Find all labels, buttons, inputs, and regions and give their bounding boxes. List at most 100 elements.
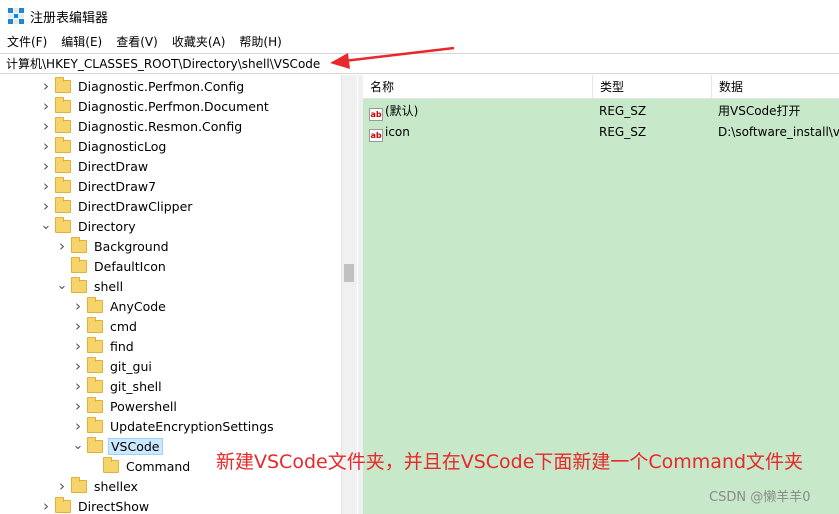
window-title: 注册表编辑器 — [30, 10, 109, 26]
tree-node[interactable]: › DirectShow — [40, 496, 151, 514]
tree-node-label: DiagnosticLog — [78, 138, 167, 154]
folder-icon — [55, 96, 71, 113]
tree-node-label: DirectDraw — [78, 158, 149, 174]
string-value-icon: ab — [369, 108, 383, 121]
menu-help[interactable]: 帮助(H) — [232, 32, 288, 52]
tree-connector — [88, 456, 100, 476]
value-list-header: 名称 类型 数据 — [363, 75, 839, 99]
tree-node-label: Background — [94, 238, 169, 254]
folder-icon — [55, 496, 71, 513]
tree-node[interactable]: › find — [72, 336, 136, 356]
chevron-right-icon[interactable]: › — [40, 196, 52, 216]
menu-view[interactable]: 查看(V) — [109, 32, 165, 52]
chevron-right-icon[interactable]: › — [72, 396, 84, 416]
folder-icon — [71, 476, 87, 493]
menu-bar: 文件(F) 编辑(E) 查看(V) 收藏夹(A) 帮助(H) — [0, 32, 839, 52]
chevron-right-icon[interactable]: › — [40, 496, 52, 514]
tree-node[interactable]: › cmd — [72, 316, 139, 336]
tree-node[interactable]: › DirectDraw — [40, 156, 150, 176]
tree-node[interactable]: › DiagnosticLog — [40, 136, 168, 156]
chevron-right-icon[interactable]: › — [72, 316, 84, 336]
tree-node-label: Powershell — [110, 398, 177, 414]
menu-edit[interactable]: 编辑(E) — [54, 32, 109, 52]
value-type: REG_SZ — [599, 125, 647, 139]
tree-node[interactable]: › Diagnostic.Perfmon.Config — [40, 76, 246, 96]
tree-node[interactable]: Command — [88, 456, 192, 476]
chevron-right-icon[interactable]: › — [72, 296, 84, 316]
title-bar: 注册表编辑器 — [0, 0, 839, 32]
chevron-right-icon[interactable]: › — [40, 96, 52, 116]
tree-node[interactable]: › git_shell — [72, 376, 164, 396]
folder-icon — [87, 316, 103, 333]
tree-node[interactable]: › Background — [56, 236, 171, 256]
tree-node-label: Directory — [78, 218, 136, 234]
folder-icon — [87, 376, 103, 393]
chevron-right-icon[interactable]: › — [40, 176, 52, 196]
tree-node-label: Diagnostic.Resmon.Config — [78, 118, 243, 134]
tree-node[interactable]: › AnyCode — [72, 296, 168, 316]
menu-favorites[interactable]: 收藏夹(A) — [165, 32, 233, 52]
value-name: (默认) — [385, 104, 419, 118]
folder-icon — [55, 216, 71, 233]
tree-node[interactable]: › shellex — [56, 476, 140, 496]
tree-node[interactable]: ⌄ shell — [56, 276, 125, 296]
tree-node[interactable]: › Diagnostic.Resmon.Config — [40, 116, 244, 136]
tree-node-label: AnyCode — [110, 298, 166, 314]
folder-icon — [55, 156, 71, 173]
chevron-down-icon[interactable]: ⌄ — [56, 276, 68, 296]
tree-node[interactable]: › Powershell — [72, 396, 179, 416]
tree-node-label: shellex — [94, 478, 138, 494]
tree-node-label: UpdateEncryptionSettings — [110, 418, 274, 434]
chevron-right-icon[interactable]: › — [72, 356, 84, 376]
column-name[interactable]: 名称 — [363, 75, 593, 99]
chevron-right-icon[interactable]: › — [72, 416, 84, 436]
folder-icon — [55, 196, 71, 213]
tree-node[interactable]: › git_gui — [72, 356, 154, 376]
folder-icon — [87, 336, 103, 353]
string-value-icon: ab — [369, 129, 383, 142]
chevron-down-icon[interactable]: ⌄ — [72, 436, 84, 456]
tree-node-label: Diagnostic.Perfmon.Config — [78, 78, 245, 94]
folder-icon — [87, 436, 103, 453]
value-row[interactable]: ab (默认) REG_SZ 用VSCode打开 — [363, 101, 839, 121]
column-type[interactable]: 类型 — [593, 75, 712, 99]
tree-node[interactable]: DefaultIcon — [56, 256, 168, 276]
chevron-right-icon[interactable]: › — [56, 476, 68, 496]
chevron-right-icon[interactable]: › — [72, 336, 84, 356]
tree-node-label: DirectShow — [78, 498, 150, 514]
chevron-right-icon[interactable]: › — [40, 116, 52, 136]
tree-node[interactable]: ⌄ Directory — [40, 216, 138, 236]
folder-icon — [87, 356, 103, 373]
value-name: icon — [385, 125, 410, 139]
tree-node[interactable]: › DirectDrawClipper — [40, 196, 194, 216]
address-path: 计算机\HKEY_CLASSES_ROOT\Directory\shell\VS… — [6, 57, 321, 71]
menu-file[interactable]: 文件(F) — [0, 32, 54, 52]
tree-node-label: git_gui — [110, 358, 152, 374]
tree-scrollbar-thumb[interactable] — [344, 264, 354, 282]
folder-icon — [71, 256, 87, 273]
annotation-text: 新建VSCode文件夹，并且在VSCode下面新建一个Command文件夹 — [216, 451, 804, 473]
folder-icon — [71, 236, 87, 253]
folder-icon — [87, 296, 103, 313]
chevron-right-icon[interactable]: › — [72, 376, 84, 396]
value-data: 用VSCode打开 — [718, 104, 801, 118]
value-row[interactable]: ab icon REG_SZ D:\software_install\vs — [363, 122, 839, 142]
tree-node[interactable]: › UpdateEncryptionSettings — [72, 416, 276, 436]
column-data[interactable]: 数据 — [712, 75, 839, 99]
chevron-right-icon[interactable]: › — [40, 156, 52, 176]
folder-icon — [71, 276, 87, 293]
folder-icon — [55, 176, 71, 193]
chevron-down-icon[interactable]: ⌄ — [40, 216, 52, 236]
tree-node[interactable]: ⌄ VSCode — [72, 436, 163, 456]
tree-node-label: Command — [126, 458, 191, 474]
tree-node-label: git_shell — [110, 378, 162, 394]
chevron-right-icon[interactable]: › — [56, 236, 68, 256]
tree-node[interactable]: › Diagnostic.Perfmon.Document — [40, 96, 271, 116]
tree-node[interactable]: › DirectDraw7 — [40, 176, 158, 196]
value-data: D:\software_install\vs — [718, 125, 839, 139]
address-bar[interactable]: 计算机\HKEY_CLASSES_ROOT\Directory\shell\VS… — [0, 53, 839, 74]
tree-connector — [56, 256, 68, 276]
chevron-right-icon[interactable]: › — [40, 136, 52, 156]
tree-node-label: find — [110, 338, 134, 354]
chevron-right-icon[interactable]: › — [40, 76, 52, 96]
